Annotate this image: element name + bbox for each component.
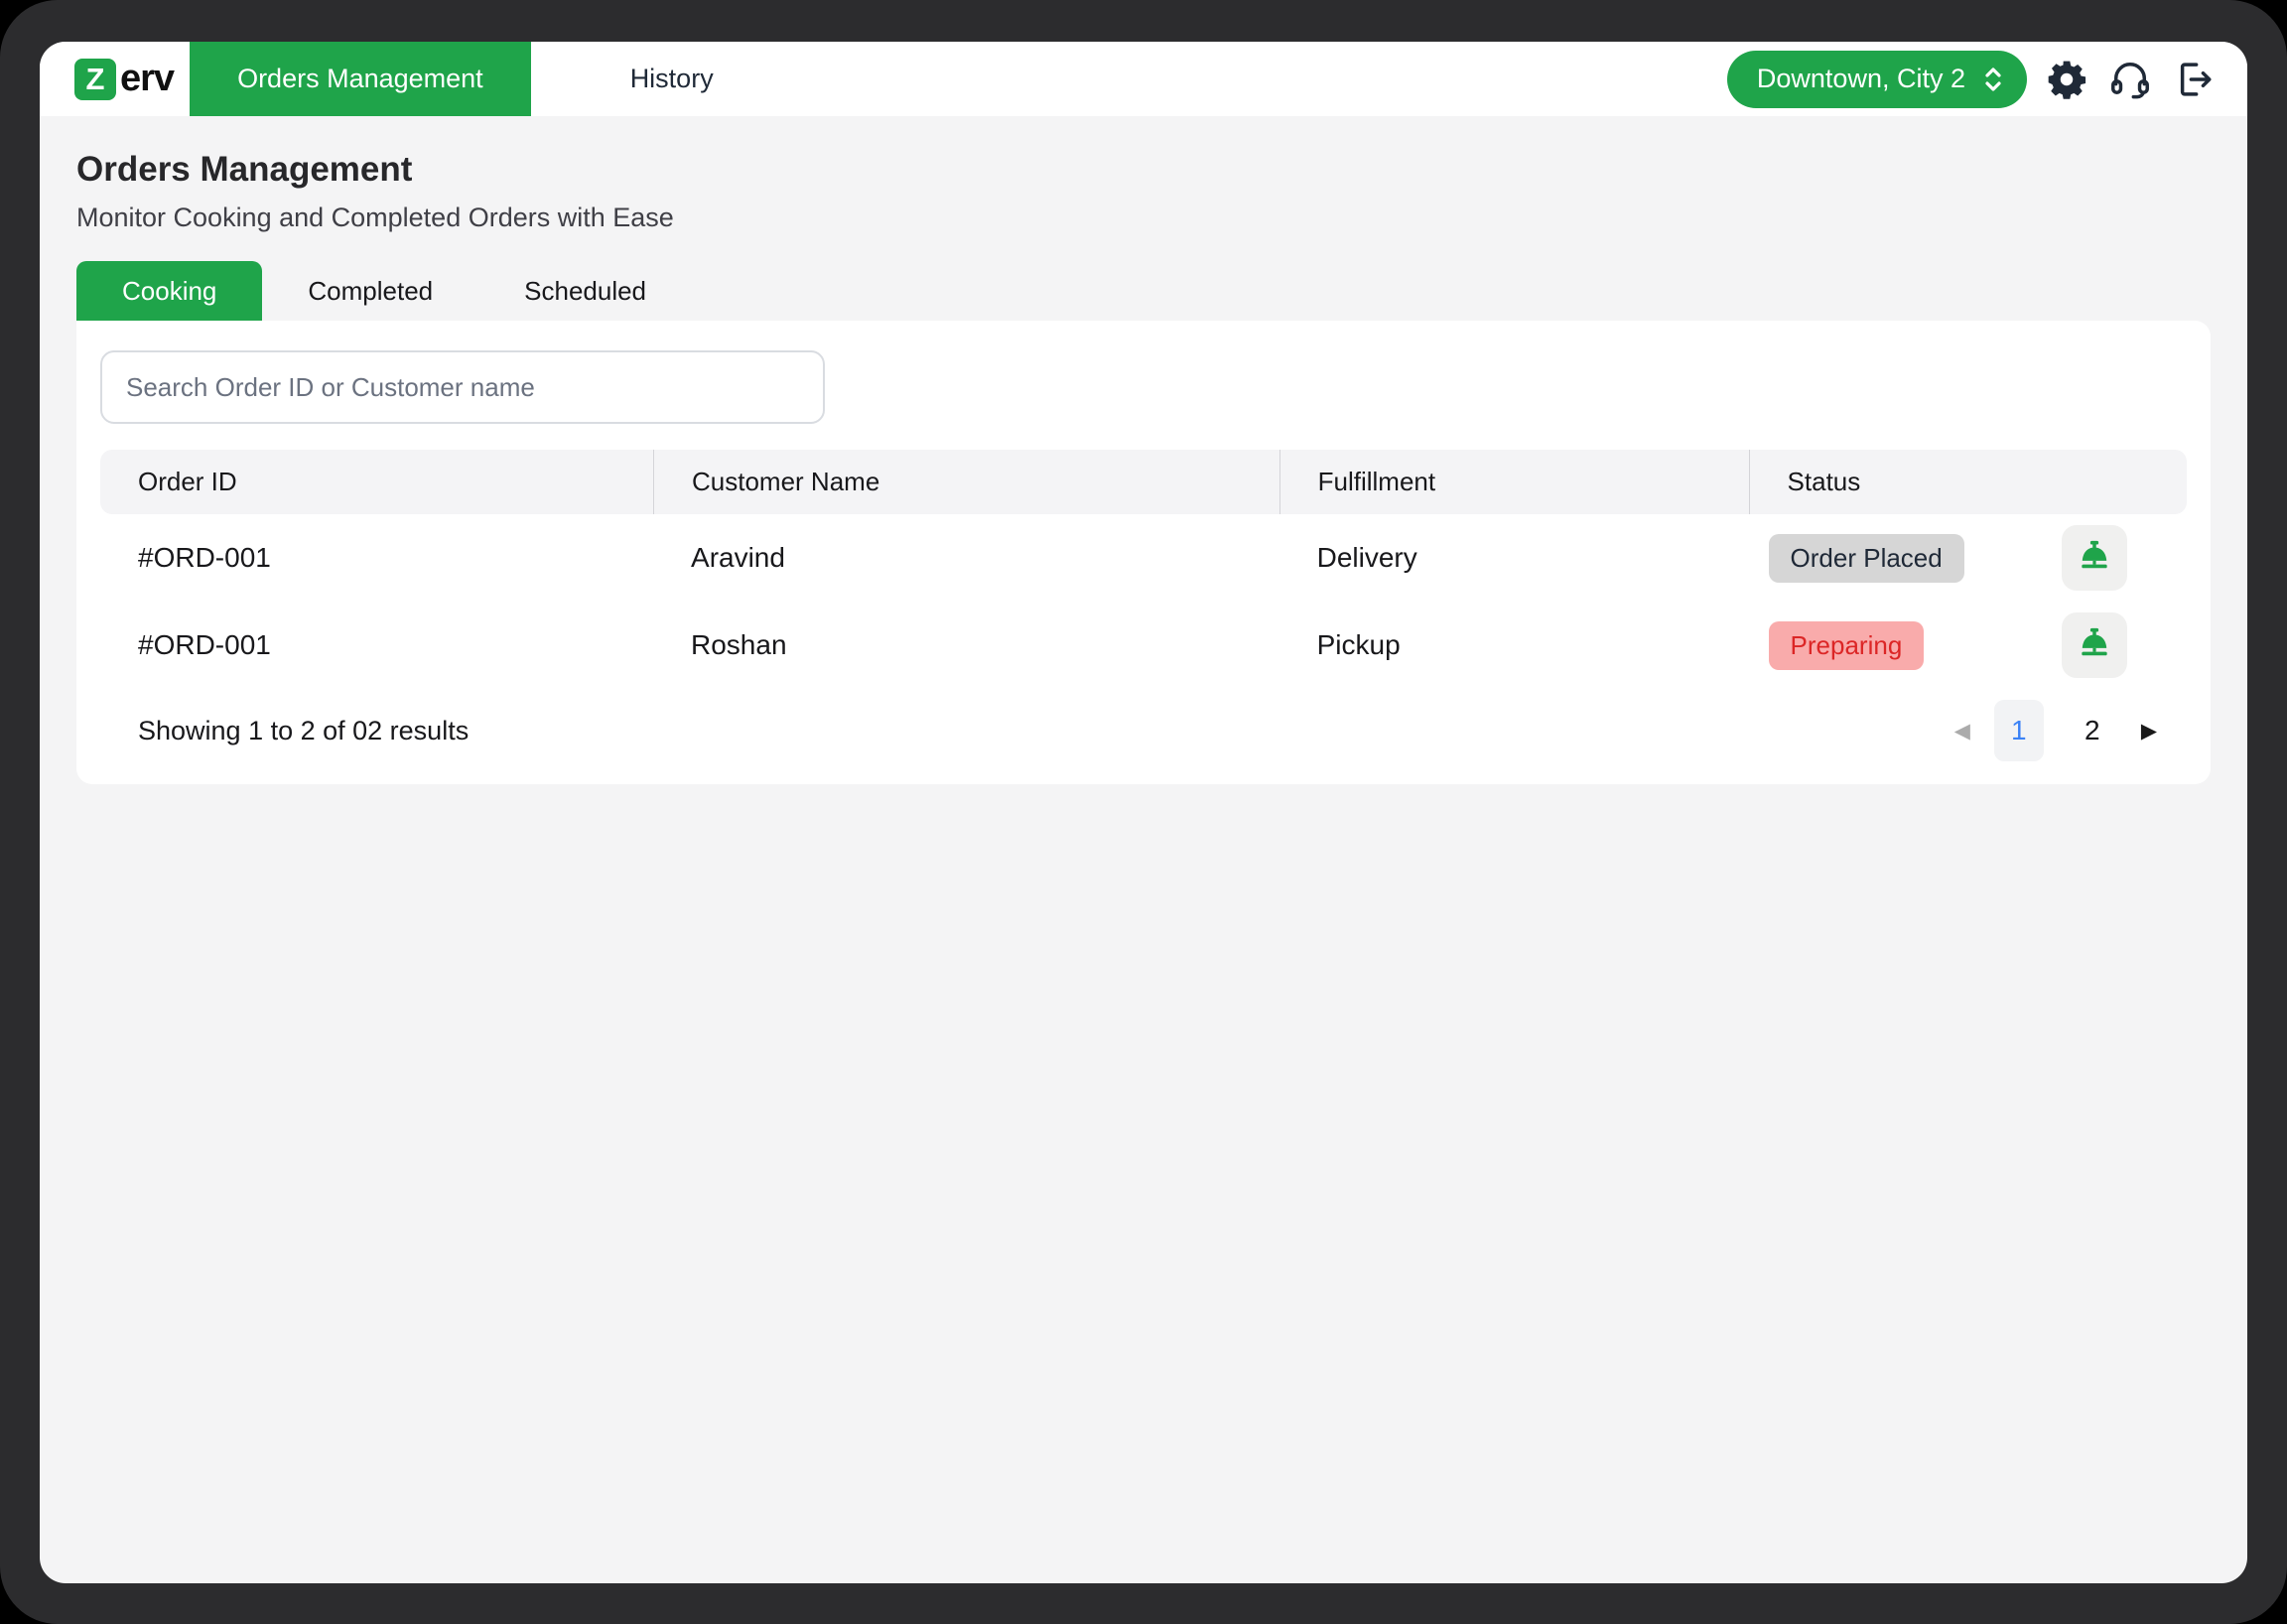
table-header-row: Order ID Customer Name Fulfillment Statu… — [100, 450, 2187, 514]
tab-completed[interactable]: Completed — [262, 261, 478, 321]
service-bell-icon — [2076, 539, 2113, 577]
tab-scheduled[interactable]: Scheduled — [478, 261, 692, 321]
orders-table: Order ID Customer Name Fulfillment Statu… — [100, 450, 2187, 768]
top-navbar: Z erv Orders Management History Downtown… — [40, 42, 2247, 116]
page-title: Orders Management — [76, 150, 2211, 190]
cell-customer-name: Aravind — [653, 542, 1279, 574]
location-selector[interactable]: Downtown, City 2 — [1727, 51, 2027, 108]
status-badge: Preparing — [1769, 621, 1925, 670]
cell-status: Order Placed — [1749, 525, 2187, 591]
search-input[interactable] — [100, 350, 825, 424]
pagination: ◀ 1 2 ▶ — [1954, 700, 2157, 761]
next-page-icon[interactable]: ▶ — [2141, 719, 2157, 743]
logout-button[interactable] — [2170, 56, 2218, 103]
page-button-2[interactable]: 2 — [2068, 700, 2117, 761]
table-footer: Showing 1 to 2 of 02 results ◀ 1 2 ▶ — [100, 693, 2187, 768]
support-button[interactable] — [2106, 56, 2154, 103]
column-header-status: Status — [1749, 450, 2187, 514]
status-badge: Order Placed — [1769, 534, 1964, 583]
brand-logo-text: erv — [120, 58, 174, 100]
orders-card: Order ID Customer Name Fulfillment Statu… — [76, 321, 2211, 784]
table-row: #ORD-001 Aravind Delivery Order Placed — [100, 514, 2187, 602]
column-header-customer-name: Customer Name — [653, 450, 1279, 514]
brand-logo-mark: Z — [74, 59, 116, 100]
tab-cooking[interactable]: Cooking — [76, 261, 262, 321]
column-header-fulfillment: Fulfillment — [1279, 450, 1749, 514]
ring-bell-button[interactable] — [2062, 612, 2127, 678]
cell-order-id: #ORD-001 — [100, 542, 653, 574]
cell-status: Preparing — [1749, 612, 2187, 678]
device-frame: Z erv Orders Management History Downtown… — [0, 0, 2287, 1624]
cell-fulfillment: Pickup — [1279, 629, 1749, 661]
settings-button[interactable] — [2043, 56, 2090, 103]
page-content: Orders Management Monitor Cooking and Co… — [40, 116, 2247, 1583]
cell-fulfillment: Delivery — [1279, 542, 1749, 574]
column-header-order-id: Order ID — [100, 450, 653, 514]
ring-bell-button[interactable] — [2062, 525, 2127, 591]
location-selector-label: Downtown, City 2 — [1757, 64, 1965, 94]
page-button-1[interactable]: 1 — [1994, 700, 2044, 761]
chevron-up-down-icon — [1981, 64, 2005, 95]
service-bell-icon — [2076, 626, 2113, 664]
order-status-tabs: Cooking Completed Scheduled — [76, 261, 2211, 321]
app-window: Z erv Orders Management History Downtown… — [40, 42, 2247, 1583]
page-subtitle: Monitor Cooking and Completed Orders wit… — [76, 203, 2211, 233]
cell-customer-name: Roshan — [653, 629, 1279, 661]
gear-icon — [2045, 58, 2088, 101]
cell-order-id: #ORD-001 — [100, 629, 653, 661]
logout-icon — [2173, 59, 2215, 100]
nav-tab-history[interactable]: History — [630, 64, 714, 94]
table-row: #ORD-001 Roshan Pickup Preparing — [100, 602, 2187, 689]
brand-logo: Z erv — [74, 58, 174, 100]
nav-tab-orders-management[interactable]: Orders Management — [190, 42, 531, 116]
results-summary: Showing 1 to 2 of 02 results — [138, 716, 469, 746]
prev-page-icon[interactable]: ◀ — [1954, 719, 1970, 743]
headset-icon — [2108, 58, 2152, 101]
